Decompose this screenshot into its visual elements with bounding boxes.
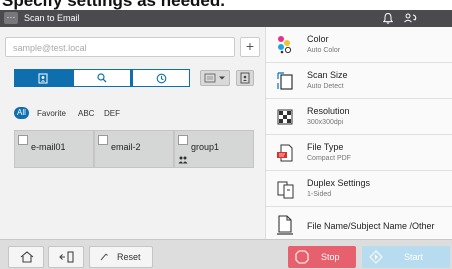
- home-icon: [20, 251, 34, 263]
- entry-label: e-mail01: [31, 142, 66, 152]
- setting-color-value: Auto Color: [307, 47, 341, 54]
- start-icon: [369, 250, 383, 264]
- stop-button[interactable]: Stop: [288, 246, 356, 268]
- home-button[interactable]: [8, 246, 44, 268]
- setting-resolution-value: 300x300dpi: [307, 119, 344, 126]
- entry-label: email-2: [111, 142, 141, 152]
- tab-history[interactable]: [132, 69, 190, 87]
- add-address-button[interactable]: +: [240, 37, 260, 57]
- filter-all[interactable]: All: [14, 107, 29, 119]
- index-list-icon: [204, 73, 225, 83]
- document-icon: [277, 215, 293, 235]
- stop-icon: [295, 250, 309, 264]
- entry-checkbox[interactable]: [98, 135, 108, 145]
- stop-label: Stop: [321, 252, 340, 262]
- email-address-placeholder: sample@test.local: [13, 43, 87, 53]
- setting-file-name[interactable]: File Name/Subject Name /Other: [266, 207, 452, 243]
- email-address-input[interactable]: sample@test.local: [5, 37, 235, 57]
- reset-button[interactable]: Reset: [89, 246, 153, 268]
- search-icon: [97, 73, 107, 83]
- start-label: Start: [404, 252, 424, 262]
- settings-panel: Color Auto Color Scan Size Auto Detect R…: [265, 27, 452, 243]
- history-clock-icon: [156, 73, 166, 83]
- setting-file-type[interactable]: File Type Compact PDF: [266, 135, 452, 171]
- filter-abc[interactable]: ABC: [78, 109, 94, 118]
- tab-address-book[interactable]: [14, 69, 72, 87]
- setting-file-type-value: Compact PDF: [307, 155, 351, 162]
- setting-resolution-title: Resolution: [307, 106, 350, 116]
- register-destination-button[interactable]: [236, 70, 254, 86]
- scan-size-icon: [277, 72, 293, 90]
- setting-color[interactable]: Color Auto Color: [266, 27, 452, 63]
- ellipsis-icon[interactable]: ···: [4, 12, 18, 24]
- setting-file-name-title: File Name/Subject Name /Other: [307, 221, 435, 231]
- window-title: Scan to Email: [24, 13, 80, 23]
- destination-panel: sample@test.local + All Favorite ABC DEF…: [0, 27, 265, 239]
- destination-tabs: [14, 69, 190, 87]
- address-entry-email2[interactable]: email-2: [94, 130, 174, 168]
- entry-label: group1: [191, 142, 220, 152]
- register-icon: [240, 72, 250, 84]
- resolution-icon: [277, 109, 293, 125]
- filter-def[interactable]: DEF: [104, 109, 120, 118]
- tab-search[interactable]: [73, 69, 131, 87]
- setting-scan-size[interactable]: Scan Size Auto Detect: [266, 63, 452, 99]
- reset-icon: [100, 253, 108, 261]
- back-button[interactable]: [48, 246, 84, 268]
- caption-text: Specify settings as needed.: [2, 0, 225, 10]
- reset-label: Reset: [117, 252, 141, 262]
- bottom-bar: Reset Stop Start: [0, 239, 452, 269]
- setting-duplex-value: 1-Sided: [307, 191, 332, 198]
- entry-checkbox[interactable]: [18, 135, 28, 145]
- bell-icon[interactable]: [381, 12, 395, 25]
- user-switch-icon[interactable]: [403, 12, 417, 25]
- address-book-icon: [38, 73, 48, 83]
- start-button[interactable]: Start: [362, 246, 450, 268]
- pdf-file-icon: [277, 144, 293, 162]
- setting-duplex-title: Duplex Settings: [307, 178, 371, 188]
- page-caption: Specify settings as needed.: [0, 0, 452, 10]
- setting-resolution[interactable]: Resolution 300x300dpi: [266, 99, 452, 135]
- index-dropdown[interactable]: [200, 70, 230, 86]
- setting-color-title: Color: [307, 34, 329, 44]
- entry-checkbox[interactable]: [178, 135, 188, 145]
- setting-scan-size-value: Auto Detect: [307, 83, 344, 90]
- title-bar: ··· Scan to Email: [0, 10, 452, 27]
- back-icon: [59, 251, 74, 263]
- filter-favorite[interactable]: Favorite: [37, 109, 66, 118]
- address-entry-group1[interactable]: group1: [174, 130, 254, 168]
- setting-file-type-title: File Type: [307, 142, 344, 152]
- group-icon: [178, 156, 188, 164]
- duplex-icon: [277, 181, 294, 199]
- setting-scan-size-title: Scan Size: [307, 70, 348, 80]
- color-icon: [278, 36, 292, 54]
- address-entry-email01[interactable]: e-mail01: [14, 130, 94, 168]
- scan-to-email-screen: ··· Scan to Email sample@test.local + Al…: [0, 10, 452, 269]
- setting-duplex[interactable]: Duplex Settings 1-Sided: [266, 171, 452, 207]
